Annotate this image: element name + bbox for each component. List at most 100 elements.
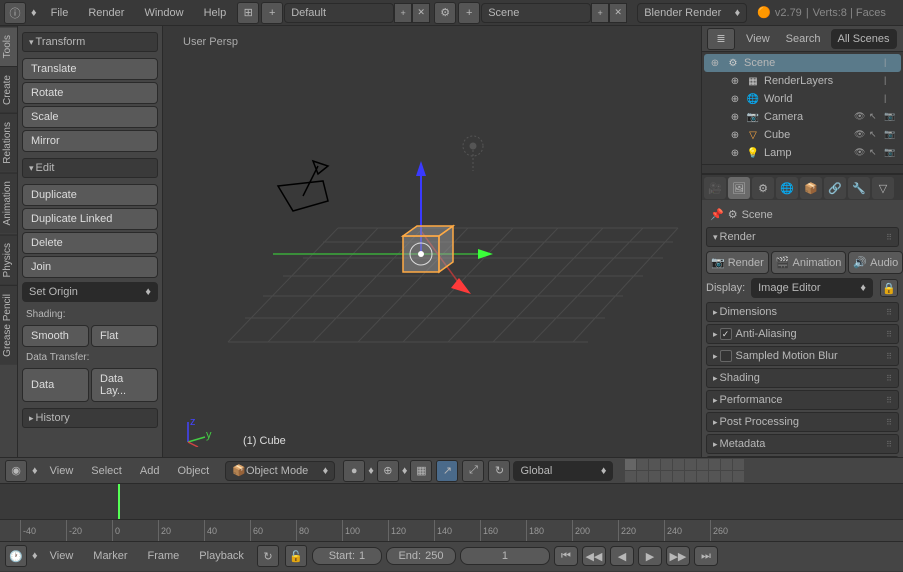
play-reverse-button[interactable]: ◀: [610, 546, 634, 566]
proptab-constraints[interactable]: 🔗: [824, 177, 846, 199]
expand-icon[interactable]: ⊕: [708, 56, 722, 70]
outliner-filter[interactable]: All Scenes: [831, 29, 897, 49]
scene-plus-button[interactable]: +: [591, 3, 609, 23]
layout-del-button[interactable]: ✕: [412, 3, 430, 23]
pivot-icon[interactable]: ⊕: [377, 460, 399, 482]
section-performance[interactable]: Performance⠿: [706, 390, 899, 410]
mode-dropdown[interactable]: 📦 Object Mode♦: [225, 461, 335, 481]
audio-button[interactable]: 🔊Audio: [848, 251, 903, 274]
layers-icon[interactable]: ▦: [410, 460, 432, 482]
flat-button[interactable]: Flat: [91, 325, 158, 347]
tl-view[interactable]: View: [42, 543, 82, 569]
current-frame-field[interactable]: 1: [460, 547, 550, 565]
vp-add[interactable]: Add: [132, 458, 168, 484]
timeline-track[interactable]: [0, 484, 903, 520]
duplicate-linked-button[interactable]: Duplicate Linked: [22, 208, 158, 230]
menu-file[interactable]: File: [41, 0, 79, 26]
tab-physics[interactable]: Physics: [0, 234, 17, 285]
manipulator-rotate-icon[interactable]: ↻: [488, 460, 510, 482]
checkbox[interactable]: [720, 350, 732, 362]
translate-button[interactable]: Translate: [22, 58, 158, 80]
proptab-render-layers[interactable]: 🖼: [728, 177, 750, 199]
proptab-world[interactable]: 🌐: [776, 177, 798, 199]
expand-icon[interactable]: ⊕: [728, 110, 742, 124]
outliner-view[interactable]: View: [740, 26, 776, 52]
start-frame-field[interactable]: Start:1: [312, 547, 382, 565]
smooth-button[interactable]: Smooth: [22, 325, 89, 347]
pin-icon[interactable]: 📌: [710, 208, 724, 221]
tl-marker[interactable]: Marker: [85, 543, 135, 569]
tree-item-camera[interactable]: ⊕📷Camera👁↖📷: [704, 108, 901, 126]
animation-button[interactable]: 🎬Animation: [771, 251, 847, 274]
join-button[interactable]: Join: [22, 256, 158, 278]
keyframe-prev-button[interactable]: ◀◀: [582, 546, 606, 566]
render-button[interactable]: 📷Render: [706, 251, 769, 274]
lock-icon[interactable]: 🔓: [285, 545, 307, 567]
render-section[interactable]: Render⠿: [706, 227, 899, 247]
tab-relations[interactable]: Relations: [0, 113, 17, 172]
layout-dropdown[interactable]: Default: [284, 3, 394, 23]
tree-item-world[interactable]: ⊕🌐World|: [704, 90, 901, 108]
section-output[interactable]: Output⠿: [706, 456, 899, 457]
proptab-scene[interactable]: ⚙: [752, 177, 774, 199]
eye-icon[interactable]: 👁: [854, 111, 867, 124]
tree-item-scene[interactable]: ⊕⚙Scene|: [704, 54, 901, 72]
tab-create[interactable]: Create: [0, 66, 17, 113]
tab-animation[interactable]: Animation: [0, 172, 17, 233]
tab-grease-pencil[interactable]: Grease Pencil: [0, 285, 17, 365]
jump-end-button[interactable]: ⏭: [694, 546, 718, 566]
section-shading[interactable]: Shading⠿: [706, 368, 899, 388]
engine-dropdown[interactable]: Blender Render♦: [637, 3, 747, 23]
tab-tools[interactable]: Tools: [0, 26, 17, 66]
sync-icon[interactable]: ↻: [257, 545, 279, 567]
scene-add-icon[interactable]: +: [458, 2, 480, 24]
cursor-icon[interactable]: ↖: [869, 129, 882, 142]
delete-button[interactable]: Delete: [22, 232, 158, 254]
section-anti-aliasing[interactable]: Anti-Aliasing⠿: [706, 324, 899, 344]
history-header[interactable]: History: [22, 408, 158, 428]
outliner-search[interactable]: Search: [780, 26, 827, 52]
render-vis-icon[interactable]: 📷: [884, 111, 897, 124]
tl-playback[interactable]: Playback: [191, 543, 252, 569]
menu-help[interactable]: Help: [194, 0, 237, 26]
proptab-render[interactable]: 🎥: [704, 177, 726, 199]
render-vis-icon[interactable]: 📷: [884, 147, 897, 160]
checkbox[interactable]: [720, 328, 732, 340]
manipulator-icon[interactable]: ↗: [436, 460, 458, 482]
section-post-processing[interactable]: Post Processing⠿: [706, 412, 899, 432]
outliner-editor-icon[interactable]: ≣: [707, 28, 735, 50]
keyframe-next-button[interactable]: ▶▶: [666, 546, 690, 566]
rotate-button[interactable]: Rotate: [22, 82, 158, 104]
play-button[interactable]: ▶: [638, 546, 662, 566]
duplicate-button[interactable]: Duplicate: [22, 184, 158, 206]
section-sampled-motion-blur[interactable]: Sampled Motion Blur⠿: [706, 346, 899, 366]
scale-button[interactable]: Scale: [22, 106, 158, 128]
outliner-tree[interactable]: ⊕⚙Scene|⊕▦RenderLayers|⊕🌐World|⊕📷Camera👁…: [702, 52, 903, 164]
vp-select[interactable]: Select: [83, 458, 130, 484]
eye-icon[interactable]: 👁: [854, 147, 867, 160]
scene-dropdown[interactable]: Scene: [481, 3, 591, 23]
editor-type-icon[interactable]: ◉: [5, 460, 27, 482]
expand-icon[interactable]: ⊕: [728, 146, 742, 160]
cursor-icon[interactable]: ↖: [869, 147, 882, 160]
menu-render[interactable]: Render: [78, 0, 134, 26]
proptab-object[interactable]: 📦: [800, 177, 822, 199]
set-origin-dropdown[interactable]: Set Origin♦: [22, 282, 158, 302]
data-button[interactable]: Data: [22, 368, 89, 402]
timeline-editor-icon[interactable]: 🕐: [5, 545, 27, 567]
manipulator-translate-icon[interactable]: ⤢: [462, 460, 484, 482]
tree-item-renderlayers[interactable]: ⊕▦RenderLayers|: [704, 72, 901, 90]
tree-item-cube[interactable]: ⊕▽Cube👁↖📷: [704, 126, 901, 144]
scene-x-button[interactable]: ✕: [609, 3, 627, 23]
orientation-dropdown[interactable]: Global♦: [513, 461, 613, 481]
transform-header[interactable]: Transform: [22, 32, 158, 52]
playhead[interactable]: [118, 484, 120, 519]
eye-icon[interactable]: 👁: [854, 129, 867, 142]
render-vis-icon[interactable]: 📷: [884, 129, 897, 142]
proptab-modifiers[interactable]: 🔧: [848, 177, 870, 199]
vp-object[interactable]: Object: [169, 458, 217, 484]
mirror-button[interactable]: Mirror: [22, 130, 158, 152]
tl-frame[interactable]: Frame: [140, 543, 188, 569]
end-frame-field[interactable]: End:250: [386, 547, 456, 565]
cursor-icon[interactable]: ↖: [869, 111, 882, 124]
